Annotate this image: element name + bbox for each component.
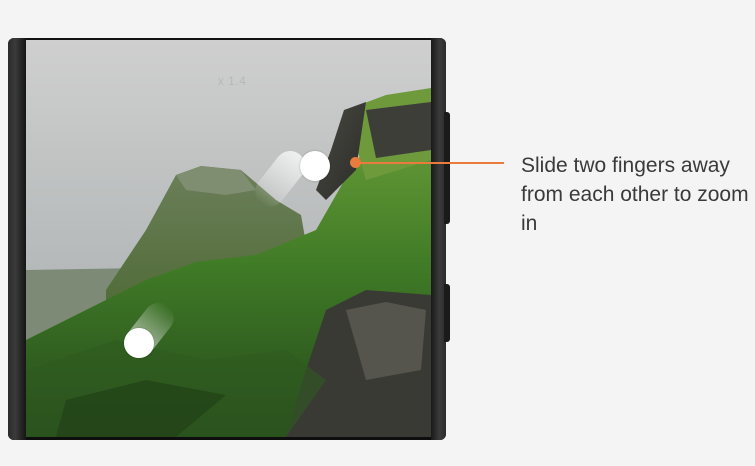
finger-touch-icon bbox=[300, 151, 330, 181]
finger-touch-icon bbox=[124, 328, 154, 358]
callout-instruction: Slide two fingers away from each other t… bbox=[521, 154, 749, 235]
power-button bbox=[444, 284, 450, 342]
phone-left-edge bbox=[8, 38, 26, 440]
phone-bottom-bezel bbox=[26, 437, 431, 440]
phone-right-edge bbox=[430, 38, 446, 440]
volume-button bbox=[444, 112, 450, 224]
callout-line bbox=[356, 162, 504, 164]
camera-viewfinder[interactable]: x 1.4 bbox=[26, 40, 431, 437]
zoom-level-indicator: x 1.4 bbox=[217, 74, 247, 88]
landscape-photo bbox=[26, 40, 431, 437]
